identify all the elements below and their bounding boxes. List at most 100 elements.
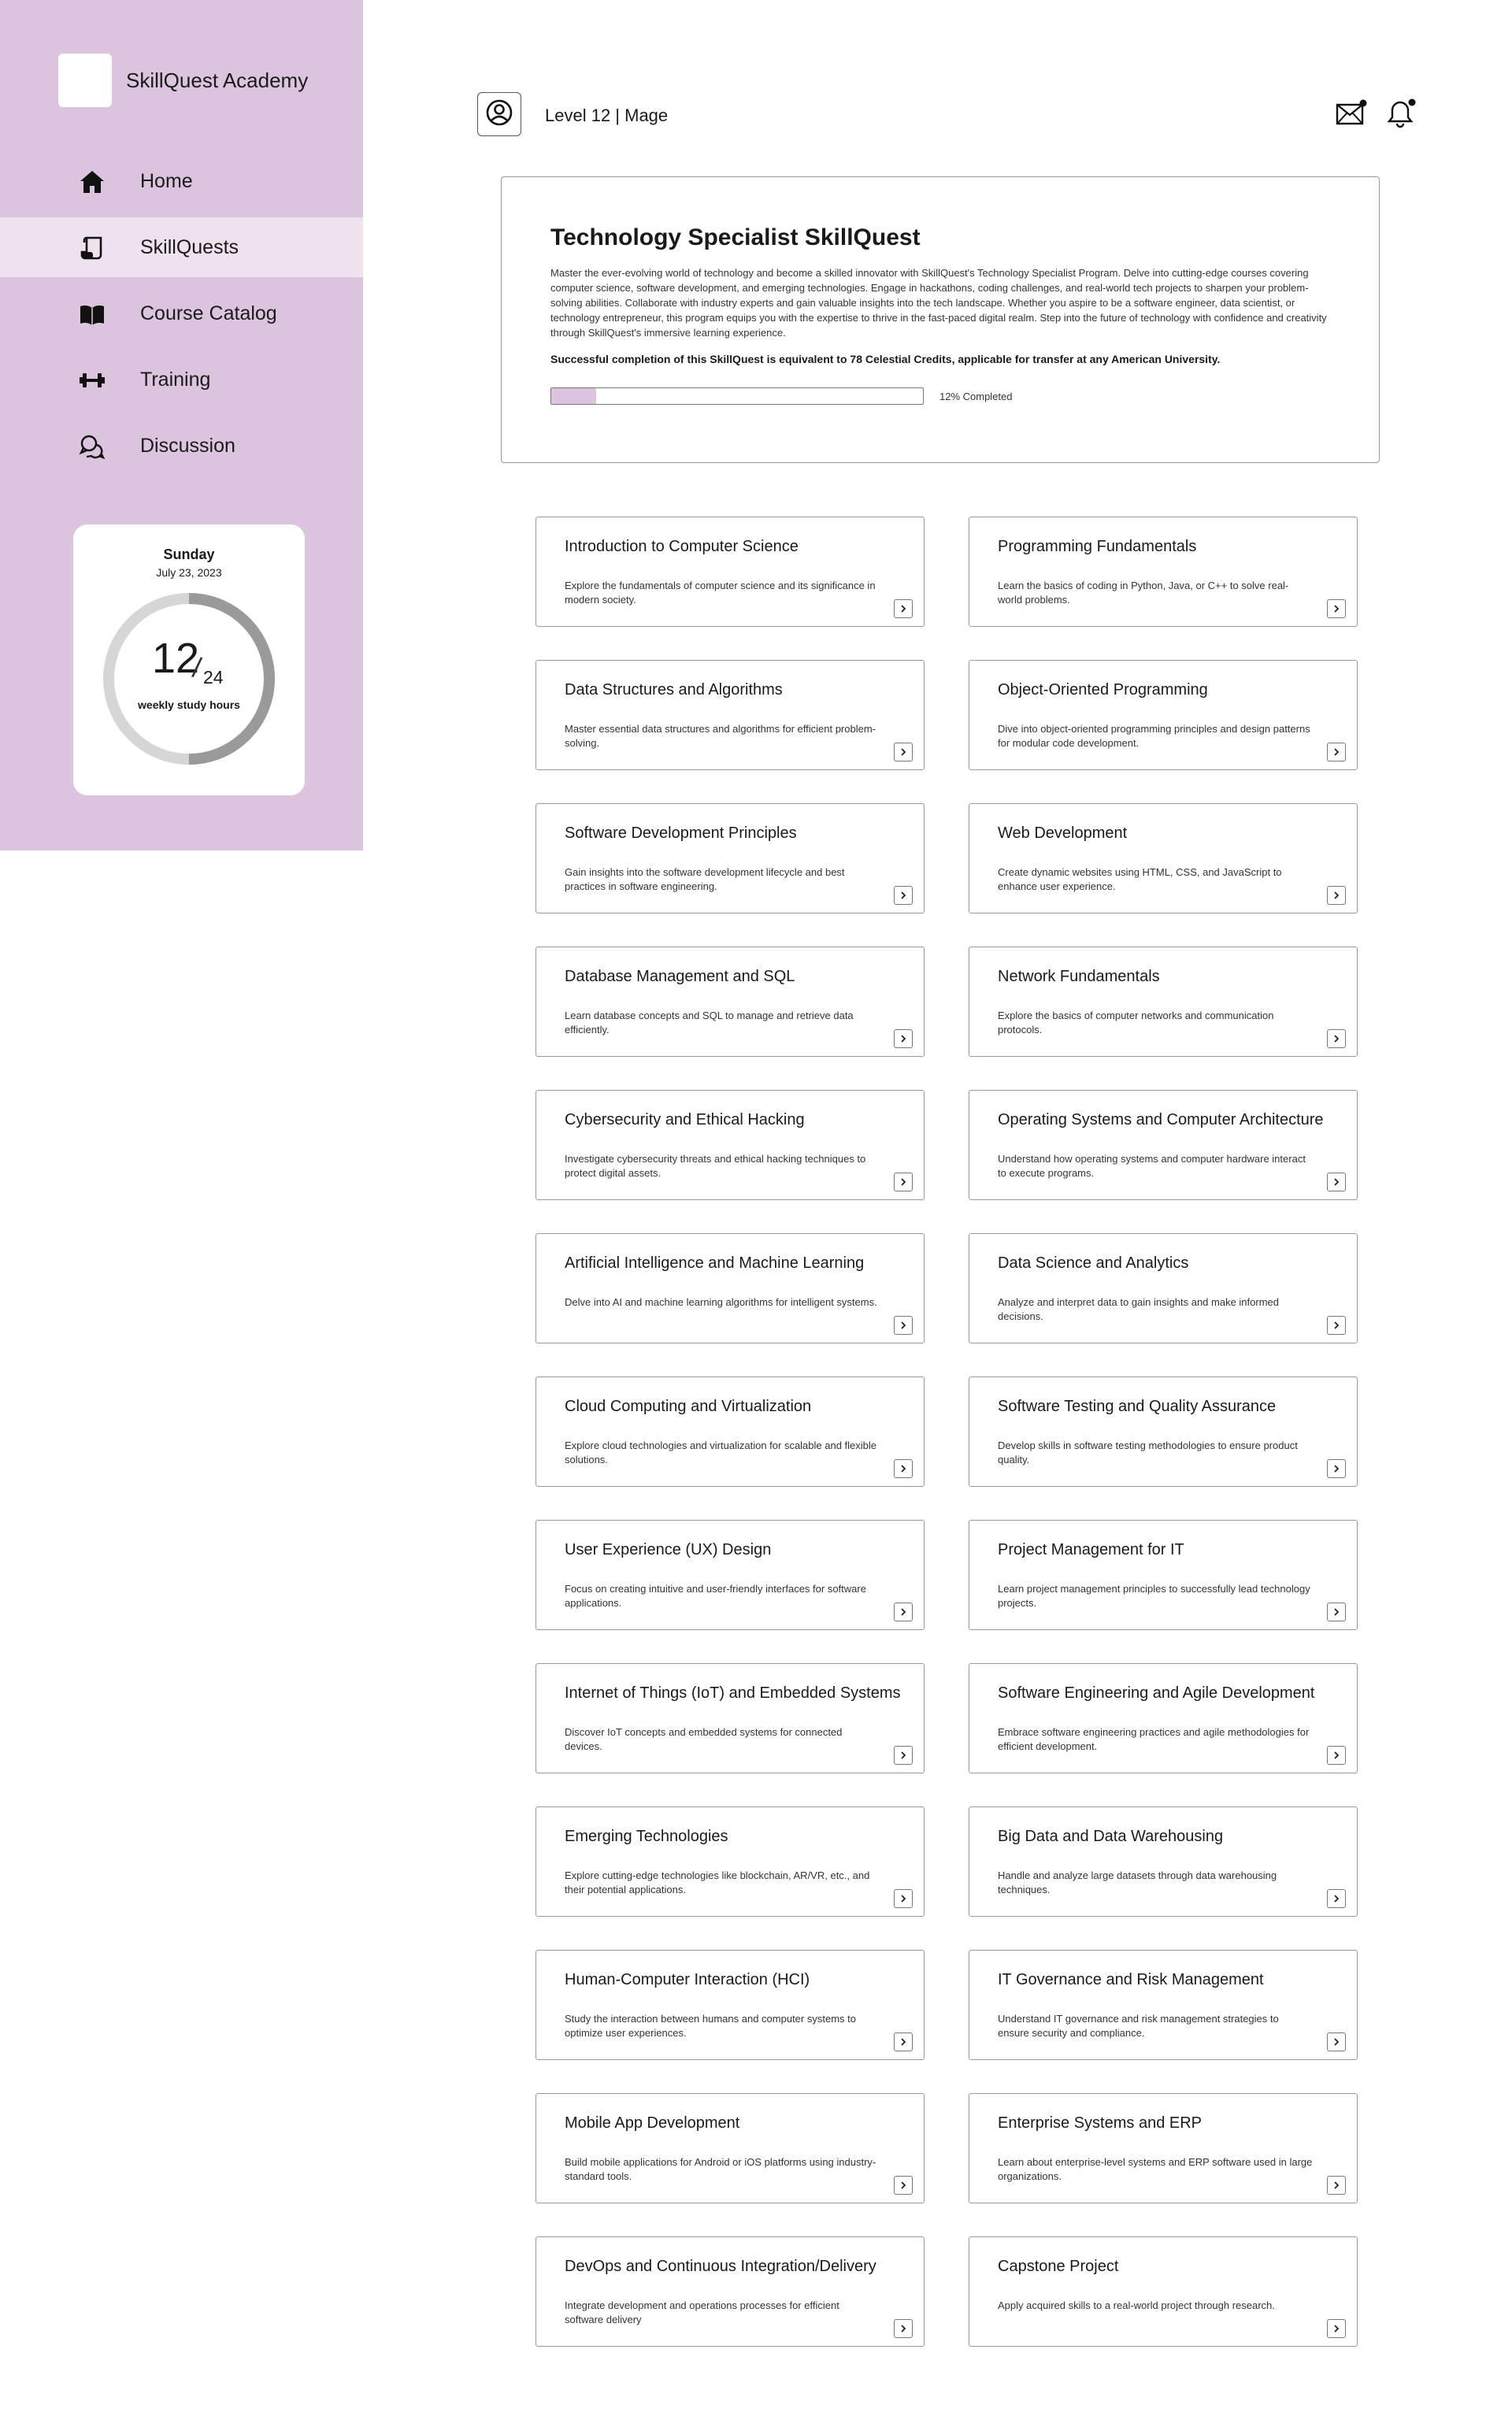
course-description: Build mobile applications for Android or… — [565, 2156, 876, 2182]
sidebar-nav: Home SkillQuests Course Catalog Training… — [0, 151, 363, 482]
sidebar-item-home[interactable]: Home — [0, 151, 363, 211]
open-course-button[interactable] — [1327, 2032, 1346, 2051]
chevron-right-icon — [901, 1035, 906, 1043]
open-course-button[interactable] — [1327, 1603, 1346, 1621]
open-course-button[interactable] — [1327, 2176, 1346, 2195]
open-course-button[interactable] — [894, 1603, 913, 1621]
open-course-button[interactable] — [894, 1889, 913, 1908]
course-description: Analyze and interpret data to gain insig… — [998, 1296, 1279, 1322]
course-card[interactable]: Data Structures and Algorithms Master ess… — [536, 660, 925, 770]
sidebar-item-course-catalog[interactable]: Course Catalog — [0, 283, 363, 343]
course-title: Database Management and SQL — [565, 968, 795, 985]
brand[interactable]: SkillQuest Academy — [58, 54, 308, 107]
course-card[interactable]: Big Data and Data Warehousing Handle and … — [969, 1806, 1358, 1917]
course-title: Emerging Technologies — [565, 1828, 728, 1845]
course-card[interactable]: Software Engineering and Agile Developme… — [969, 1663, 1358, 1773]
course-title: Cybersecurity and Ethical Hacking — [565, 1111, 805, 1128]
course-title: Enterprise Systems and ERP — [998, 2114, 1202, 2132]
course-title: User Experience (UX) Design — [565, 1541, 772, 1558]
open-course-button[interactable] — [894, 2032, 913, 2051]
study-day: Sunday — [163, 547, 215, 562]
open-course-button[interactable] — [1327, 1746, 1346, 1765]
course-card[interactable]: Software Development Principles Gain insi… — [536, 803, 925, 913]
open-course-button[interactable] — [894, 1459, 913, 1478]
chevron-right-icon — [901, 1178, 906, 1186]
chevron-right-icon — [901, 1751, 906, 1759]
course-card[interactable]: Cybersecurity and Ethical Hacking Investi… — [536, 1090, 925, 1200]
course-card[interactable]: Software Testing and Quality Assurance De… — [969, 1377, 1358, 1487]
chevron-right-icon — [1334, 605, 1340, 613]
course-card[interactable]: Object-Oriented Programming Dive into obj… — [969, 660, 1358, 770]
course-card[interactable]: Capstone Project Apply acquired skills to… — [969, 2236, 1358, 2347]
course-card[interactable]: Artificial Intelligence and Machine Lear… — [536, 1233, 925, 1343]
sidebar-item-training[interactable]: Training — [0, 350, 363, 409]
course-description: Delve into AI and machine learning algor… — [565, 1296, 877, 1308]
mail-icon[interactable] — [1336, 99, 1367, 126]
course-card[interactable]: IT Governance and Risk Management Underst… — [969, 1950, 1358, 2060]
course-card[interactable]: Web Development Create dynamic websites u… — [969, 803, 1358, 913]
sidebar-item-label: SkillQuests — [140, 235, 239, 258]
open-course-button[interactable] — [1327, 1889, 1346, 1908]
open-course-button[interactable] — [1327, 886, 1346, 905]
open-course-button[interactable] — [894, 743, 913, 761]
sidebar-item-discussion[interactable]: Discussion — [0, 416, 363, 476]
user-avatar-icon — [485, 98, 513, 131]
course-description: Dive into object-oriented programming pr… — [998, 723, 1310, 749]
open-course-button[interactable] — [894, 1316, 913, 1335]
sidebar: SkillQuest Academy Home SkillQuests Cour… — [0, 0, 363, 850]
course-card[interactable]: Human-Computer Interaction (HCI) Study th… — [536, 1950, 925, 2060]
open-course-button[interactable] — [894, 2319, 913, 2338]
course-card[interactable]: Database Management and SQL Learn databas… — [536, 947, 925, 1057]
course-card[interactable]: Introduction to Computer Science Explore … — [536, 517, 925, 627]
course-title: Data Science and Analytics — [998, 1254, 1189, 1272]
profile-button[interactable] — [477, 92, 521, 136]
chevron-right-icon — [1334, 1178, 1340, 1186]
course-card[interactable]: Operating Systems and Computer Architect… — [969, 1090, 1358, 1200]
course-description: Investigate cybersecurity threats and et… — [565, 1153, 866, 1179]
course-description: Develop skills in software testing metho… — [998, 1440, 1298, 1466]
user-level: Level 12 | Mage — [545, 106, 669, 125]
chevron-right-icon — [1334, 1751, 1340, 1759]
course-description: Gain insights into the software developm… — [565, 866, 845, 892]
course-card[interactable]: Cloud Computing and Virtualization Explor… — [536, 1377, 925, 1487]
sidebar-item-skillquests[interactable]: SkillQuests — [0, 217, 363, 277]
course-description: Apply acquired skills to a real-world pr… — [998, 2299, 1275, 2311]
open-course-button[interactable] — [894, 886, 913, 905]
course-card[interactable]: Enterprise Systems and ERP Learn about en… — [969, 2093, 1358, 2203]
book-icon — [79, 301, 106, 328]
course-card[interactable]: Network Fundamentals Explore the basics o… — [969, 947, 1358, 1057]
open-course-button[interactable] — [894, 599, 913, 618]
open-course-button[interactable] — [894, 1173, 913, 1191]
open-course-button[interactable] — [1327, 1316, 1346, 1335]
course-card[interactable]: Programming Fundamentals Learn the basics… — [969, 517, 1358, 627]
open-course-button[interactable] — [1327, 599, 1346, 618]
course-card[interactable]: DevOps and Continuous Integration/Delive… — [536, 2236, 925, 2347]
bell-icon[interactable] — [1386, 98, 1418, 129]
course-card[interactable]: Mobile App Development Build mobile appli… — [536, 2093, 925, 2203]
open-course-button[interactable] — [1327, 1173, 1346, 1191]
chevron-right-icon — [901, 2325, 906, 2333]
course-title: Network Fundamentals — [998, 968, 1160, 985]
open-course-button[interactable] — [1327, 743, 1346, 761]
skillquest-title: Technology Specialist SkillQuest — [550, 224, 921, 250]
course-card[interactable]: User Experience (UX) Design Focus on crea… — [536, 1520, 925, 1630]
course-description: Embrace software engineering practices a… — [998, 1726, 1310, 1752]
open-course-button[interactable] — [1327, 1459, 1346, 1478]
course-title: Object-Oriented Programming — [998, 681, 1208, 698]
open-course-button[interactable] — [1327, 1029, 1346, 1048]
course-title: Web Development — [998, 824, 1128, 842]
course-title: Mobile App Development — [565, 2114, 740, 2132]
open-course-button[interactable] — [894, 1029, 913, 1048]
course-card[interactable]: Project Management for IT Learn project m… — [969, 1520, 1358, 1630]
course-card[interactable]: Data Science and Analytics Analyze and in… — [969, 1233, 1358, 1343]
course-title: Cloud Computing and Virtualization — [565, 1398, 812, 1415]
open-course-button[interactable] — [894, 1746, 913, 1765]
skillquest-description: Master the ever-evolving world of techno… — [550, 267, 1327, 339]
chevron-right-icon — [901, 2038, 906, 2046]
open-course-button[interactable] — [1327, 2319, 1346, 2338]
course-card[interactable]: Internet of Things (IoT) and Embedded Sy… — [536, 1663, 925, 1773]
open-course-button[interactable] — [894, 2176, 913, 2195]
course-card[interactable]: Emerging Technologies Explore cutting-edg… — [536, 1806, 925, 1917]
course-description: Understand how operating systems and com… — [998, 1153, 1306, 1179]
course-description: Study the interaction between humans and… — [565, 2013, 856, 2039]
